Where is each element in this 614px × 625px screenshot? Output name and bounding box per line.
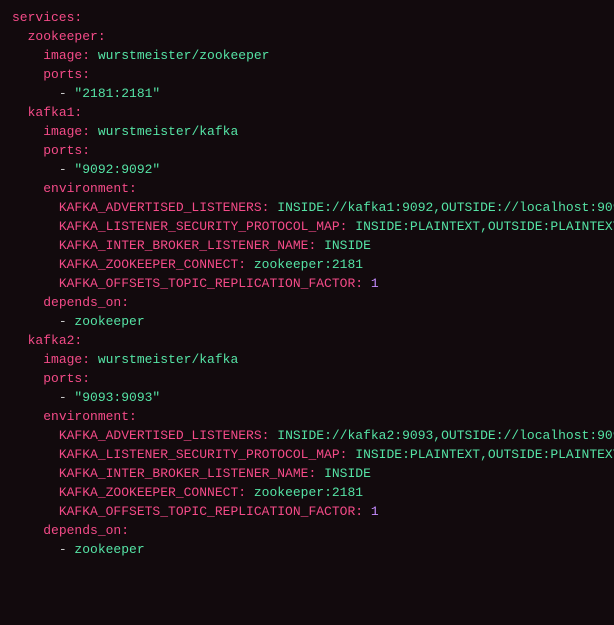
token-key: zookeeper: — [28, 29, 106, 44]
token-key: services: — [12, 10, 82, 25]
code-line: - zookeeper — [12, 314, 145, 329]
code-line: KAFKA_INTER_BROKER_LISTENER_NAME: INSIDE — [12, 238, 371, 253]
token-dash: - — [59, 542, 75, 557]
token-str: wurstmeister/zookeeper — [98, 48, 270, 63]
token — [316, 466, 324, 481]
code-line: KAFKA_LISTENER_SECURITY_PROTOCOL_MAP: IN… — [12, 447, 614, 462]
code-line: KAFKA_OFFSETS_TOPIC_REPLICATION_FACTOR: … — [12, 276, 379, 291]
token-num: 1 — [371, 276, 379, 291]
token-str: wurstmeister/kafka — [98, 124, 238, 139]
code-line: KAFKA_ADVERTISED_LISTENERS: INSIDE://kaf… — [12, 200, 614, 215]
token-str: INSIDE:PLAINTEXT,OUTSIDE:PLAINTEXT — [355, 219, 614, 234]
token-key: KAFKA_LISTENER_SECURITY_PROTOCOL_MAP: — [59, 447, 348, 462]
code-line: image: wurstmeister/kafka — [12, 352, 238, 367]
token — [246, 257, 254, 272]
code-line: ports: — [12, 371, 90, 386]
code-line: environment: — [12, 181, 137, 196]
token — [90, 48, 98, 63]
token-key: kafka2: — [28, 333, 83, 348]
yaml-code-block: services: zookeeper: image: wurstmeister… — [0, 0, 614, 559]
token-key: kafka1: — [28, 105, 83, 120]
token-key: depends_on: — [43, 523, 129, 538]
code-line: services: — [12, 10, 82, 25]
code-line: kafka1: — [12, 105, 82, 120]
token-str: "9093:9093" — [74, 390, 160, 405]
code-line: - "9093:9093" — [12, 390, 160, 405]
code-line: zookeeper: — [12, 29, 106, 44]
token-key: KAFKA_INTER_BROKER_LISTENER_NAME: — [59, 466, 316, 481]
token-key: KAFKA_ZOOKEEPER_CONNECT: — [59, 257, 246, 272]
code-line: KAFKA_LISTENER_SECURITY_PROTOCOL_MAP: IN… — [12, 219, 614, 234]
token-str: zookeeper — [74, 314, 144, 329]
token-str: "9092:9092" — [74, 162, 160, 177]
token-str: INSIDE — [324, 238, 371, 253]
code-line: depends_on: — [12, 523, 129, 538]
token — [90, 352, 98, 367]
token-key: image: — [43, 124, 90, 139]
token-num: 1 — [371, 504, 379, 519]
code-line: KAFKA_ZOOKEEPER_CONNECT: zookeeper:2181 — [12, 485, 363, 500]
token-dash: - — [59, 314, 75, 329]
token-key: environment: — [43, 409, 137, 424]
token-key: KAFKA_ZOOKEEPER_CONNECT: — [59, 485, 246, 500]
token-key: KAFKA_OFFSETS_TOPIC_REPLICATION_FACTOR: — [59, 504, 363, 519]
token-key: ports: — [43, 143, 90, 158]
token — [246, 485, 254, 500]
token-key: image: — [43, 48, 90, 63]
token-str: zookeeper:2181 — [254, 485, 363, 500]
code-line: - "2181:2181" — [12, 86, 160, 101]
token-key: KAFKA_ADVERTISED_LISTENERS: — [59, 200, 270, 215]
token-str: "2181:2181" — [74, 86, 160, 101]
token-key: KAFKA_OFFSETS_TOPIC_REPLICATION_FACTOR: — [59, 276, 363, 291]
token-str: wurstmeister/kafka — [98, 352, 238, 367]
token-dash: - — [59, 390, 75, 405]
code-line: KAFKA_ADVERTISED_LISTENERS: INSIDE://kaf… — [12, 428, 614, 443]
token-key: KAFKA_INTER_BROKER_LISTENER_NAME: — [59, 238, 316, 253]
token — [363, 276, 371, 291]
token-key: ports: — [43, 67, 90, 82]
token-dash: - — [59, 162, 75, 177]
token-key: KAFKA_ADVERTISED_LISTENERS: — [59, 428, 270, 443]
code-line: - "9092:9092" — [12, 162, 160, 177]
token-str: zookeeper — [74, 542, 144, 557]
token — [316, 238, 324, 253]
token-str: INSIDE:PLAINTEXT,OUTSIDE:PLAINTEXT — [355, 447, 614, 462]
token-str: zookeeper:2181 — [254, 257, 363, 272]
token-dash: - — [59, 86, 75, 101]
token — [363, 504, 371, 519]
token-key: ports: — [43, 371, 90, 386]
code-line: kafka2: — [12, 333, 82, 348]
token-key: KAFKA_LISTENER_SECURITY_PROTOCOL_MAP: — [59, 219, 348, 234]
token-str: INSIDE — [324, 466, 371, 481]
code-line: KAFKA_INTER_BROKER_LISTENER_NAME: INSIDE — [12, 466, 371, 481]
code-line: - zookeeper — [12, 542, 145, 557]
code-line: depends_on: — [12, 295, 129, 310]
code-line: environment: — [12, 409, 137, 424]
token-key: image: — [43, 352, 90, 367]
code-line: ports: — [12, 67, 90, 82]
token-str: INSIDE://kafka2:9093,OUTSIDE://localhost… — [277, 428, 614, 443]
code-line: image: wurstmeister/kafka — [12, 124, 238, 139]
code-line: image: wurstmeister/zookeeper — [12, 48, 269, 63]
code-line: KAFKA_OFFSETS_TOPIC_REPLICATION_FACTOR: … — [12, 504, 379, 519]
token-str: INSIDE://kafka1:9092,OUTSIDE://localhost… — [277, 200, 614, 215]
code-line: KAFKA_ZOOKEEPER_CONNECT: zookeeper:2181 — [12, 257, 363, 272]
token-key: depends_on: — [43, 295, 129, 310]
token-key: environment: — [43, 181, 137, 196]
token — [90, 124, 98, 139]
code-line: ports: — [12, 143, 90, 158]
